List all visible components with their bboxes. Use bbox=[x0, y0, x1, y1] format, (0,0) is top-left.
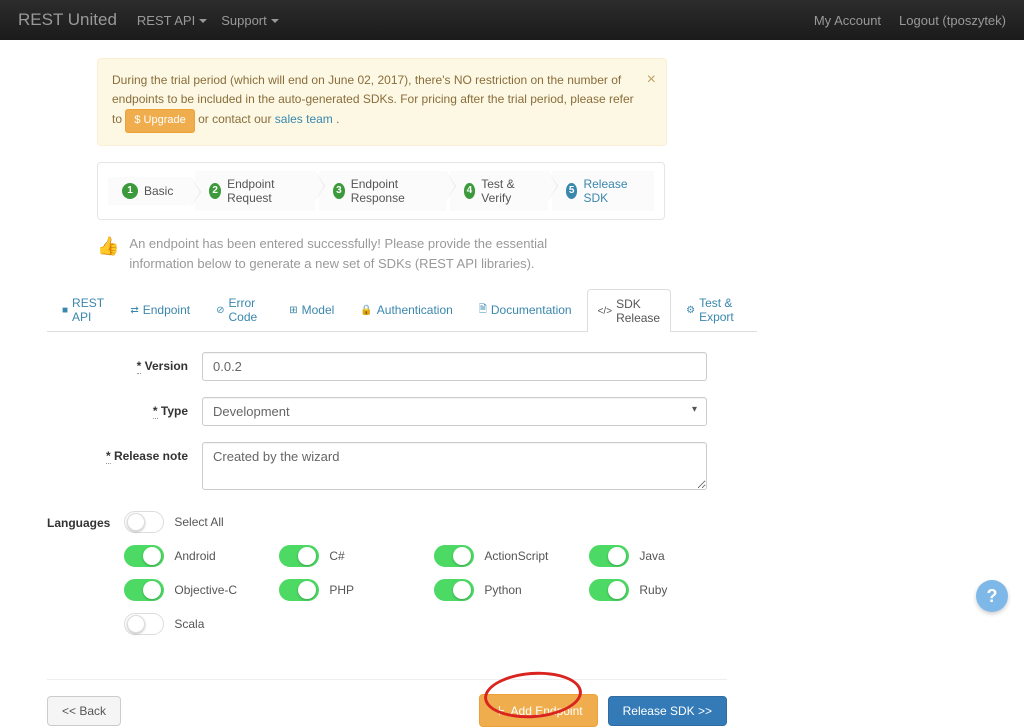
nav-left: REST API Support bbox=[137, 13, 279, 28]
row-version: * Version bbox=[47, 352, 727, 381]
languages-grid: Select All Android C# ActionScript Java … bbox=[124, 509, 734, 635]
tab-endpoint[interactable]: ⇄Endpoint bbox=[119, 288, 201, 331]
step-release-sdk[interactable]: 5Release SDK bbox=[552, 171, 654, 211]
row-type: * Type Development bbox=[47, 397, 727, 426]
tab-model[interactable]: ⊞Model bbox=[278, 288, 345, 331]
step-endpoint-request[interactable]: 2Endpoint Request bbox=[195, 171, 315, 211]
upgrade-button[interactable]: $ Upgrade bbox=[125, 109, 194, 133]
toggle-objective-c[interactable] bbox=[124, 579, 164, 601]
nav-my-account[interactable]: My Account bbox=[814, 13, 881, 28]
success-message: 👍 An endpoint has been entered successfu… bbox=[97, 234, 665, 274]
ban-icon: ⊘ bbox=[216, 305, 224, 316]
add-endpoint-button[interactable]: ＋Add Endpoint bbox=[479, 694, 598, 727]
wizard-steps: 1Basic 2Endpoint Request 3Endpoint Respo… bbox=[97, 162, 665, 220]
gear-icon: ⚙ bbox=[686, 305, 695, 316]
bookmark-icon: ■ bbox=[62, 305, 68, 316]
toggle-php[interactable] bbox=[279, 579, 319, 601]
label-release-note: * Release note bbox=[47, 442, 202, 463]
alert-text-3: . bbox=[336, 112, 339, 126]
step-basic[interactable]: 1Basic bbox=[108, 177, 191, 205]
lock-icon: 🔒 bbox=[360, 305, 372, 316]
label-version: * Version bbox=[47, 352, 202, 373]
toggle-java[interactable] bbox=[589, 545, 629, 567]
step-test-verify[interactable]: 4Test & Verify bbox=[450, 171, 548, 211]
row-release-note: * Release note Created by the wizard bbox=[47, 442, 727, 493]
main-container: × During the trial period (which will en… bbox=[97, 58, 927, 727]
nav-right: My Account Logout (tposzytek) bbox=[814, 13, 1006, 28]
grid-icon: ⊞ bbox=[289, 305, 297, 316]
label-languages: Languages bbox=[47, 509, 124, 530]
help-bubble[interactable]: ? bbox=[976, 580, 1008, 612]
nav-support[interactable]: Support bbox=[221, 13, 279, 28]
close-icon[interactable]: × bbox=[647, 67, 656, 93]
success-text: An endpoint has been entered successfull… bbox=[129, 234, 599, 274]
back-button[interactable]: << Back bbox=[47, 696, 121, 726]
caret-icon bbox=[199, 19, 207, 23]
nav-logout[interactable]: Logout (tposzytek) bbox=[899, 13, 1006, 28]
caret-icon bbox=[271, 19, 279, 23]
step-endpoint-response[interactable]: 3Endpoint Response bbox=[319, 171, 446, 211]
alert-text-2: or contact our bbox=[198, 112, 275, 126]
tab-documentation[interactable]: 🗎Documentation bbox=[468, 288, 583, 331]
toggle-android[interactable] bbox=[124, 545, 164, 567]
form-area: * Version * Type Development * Release n… bbox=[47, 332, 727, 661]
label-type: * Type bbox=[47, 397, 202, 418]
code-icon: </> bbox=[598, 306, 612, 317]
release-sdk-button[interactable]: Release SDK >> bbox=[608, 696, 727, 726]
toggle-actionscript[interactable] bbox=[434, 545, 474, 567]
release-note-textarea[interactable]: Created by the wizard bbox=[202, 442, 707, 490]
toggle-select-all: Select All bbox=[124, 511, 269, 533]
sales-team-link[interactable]: sales team bbox=[275, 112, 333, 126]
plus-icon: ＋ bbox=[494, 702, 506, 719]
version-input[interactable] bbox=[202, 352, 707, 381]
file-icon: 🗎 bbox=[479, 302, 487, 319]
exchange-icon: ⇄ bbox=[130, 305, 138, 316]
tab-sdk-release[interactable]: </>SDK Release bbox=[587, 289, 672, 332]
toggle-scala[interactable] bbox=[124, 613, 164, 635]
toggle-ruby[interactable] bbox=[589, 579, 629, 601]
thumbs-up-icon: 👍 bbox=[97, 236, 119, 257]
navbar: REST United REST API Support My Account … bbox=[0, 0, 1024, 40]
footer-buttons: << Back ＋Add Endpoint Release SDK >> bbox=[47, 679, 727, 727]
nav-rest-api[interactable]: REST API bbox=[137, 13, 207, 28]
trial-alert: × During the trial period (which will en… bbox=[97, 58, 667, 146]
tab-rest-api[interactable]: ■REST API bbox=[51, 288, 115, 331]
type-select[interactable]: Development bbox=[202, 397, 707, 426]
row-languages: Languages Select All Android C# ActionSc… bbox=[47, 509, 727, 635]
tab-test-export[interactable]: ⚙Test & Export bbox=[675, 288, 753, 331]
select-all-toggle[interactable] bbox=[124, 511, 164, 533]
toggle-python[interactable] bbox=[434, 579, 474, 601]
brand[interactable]: REST United bbox=[18, 10, 117, 30]
tabs: ■REST API ⇄Endpoint ⊘Error Code ⊞Model 🔒… bbox=[47, 288, 757, 332]
tab-authentication[interactable]: 🔒Authentication bbox=[349, 288, 464, 331]
tab-error-code[interactable]: ⊘Error Code bbox=[205, 288, 274, 331]
toggle-csharp[interactable] bbox=[279, 545, 319, 567]
